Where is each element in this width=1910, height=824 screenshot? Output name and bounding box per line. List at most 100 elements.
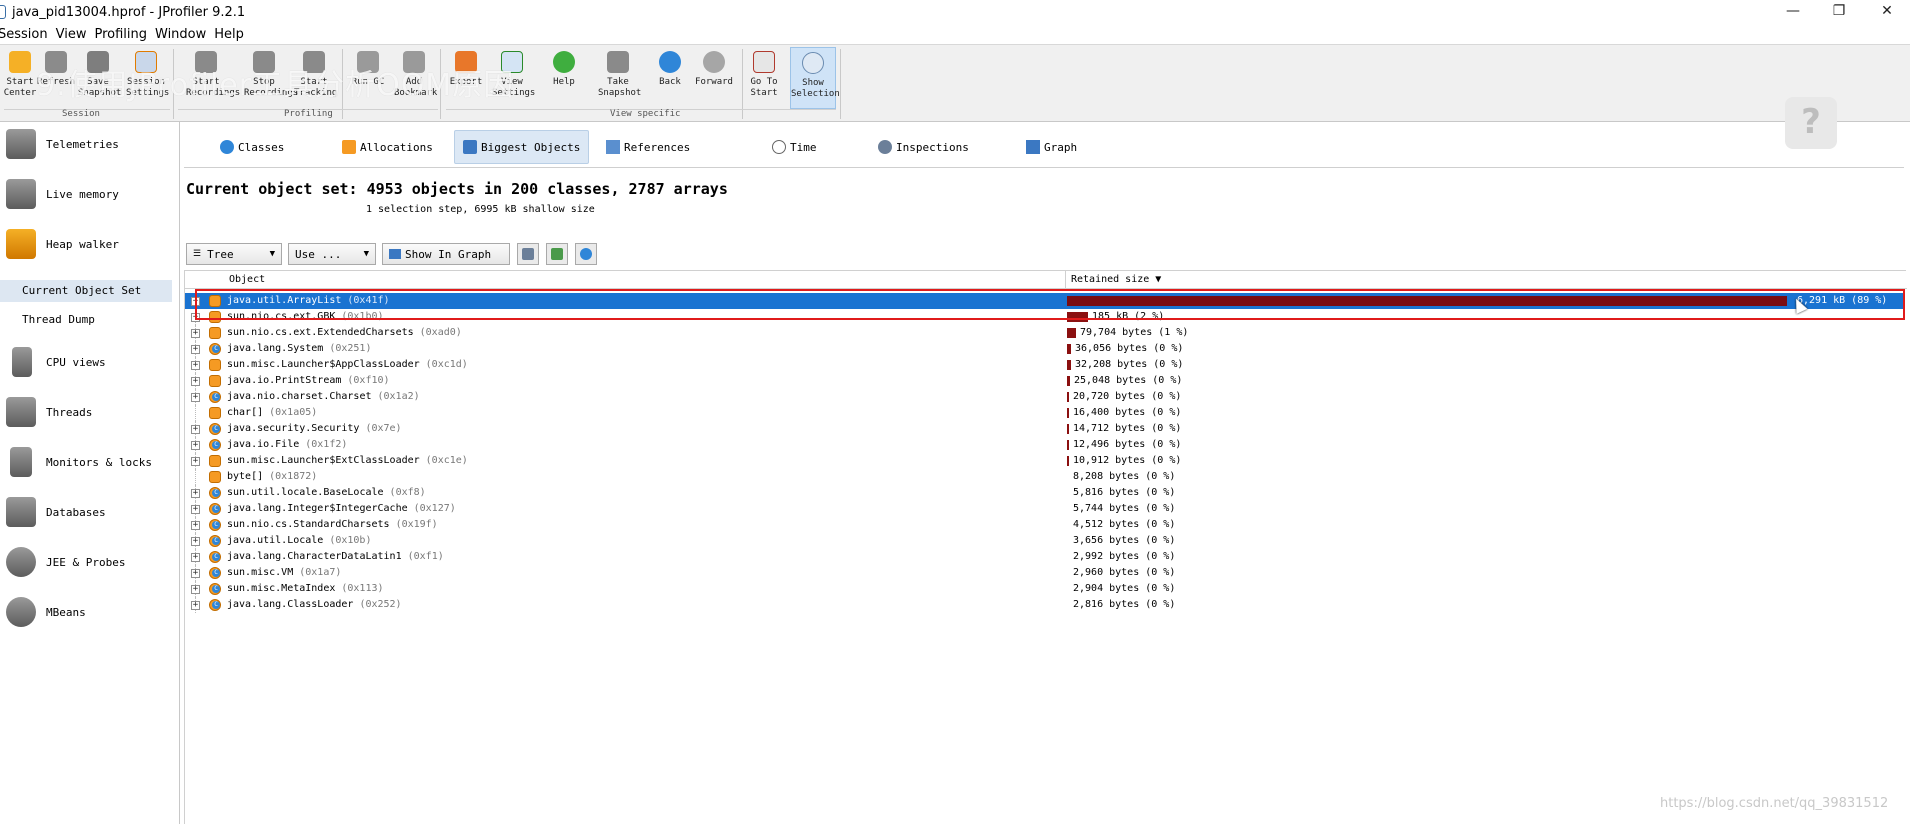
class-object-icon	[209, 439, 221, 451]
expand-toggle-icon[interactable]: +	[191, 585, 200, 594]
tab-graph[interactable]: Graph	[1018, 130, 1085, 164]
table-row[interactable]: + java.security.Security (0x7e) 14,712 byte…	[185, 421, 1905, 437]
tab-time[interactable]: Time	[764, 130, 825, 164]
expand-toggle-icon[interactable]: +	[191, 345, 200, 354]
expand-toggle-icon[interactable]: +	[191, 377, 200, 386]
sidebar-item-telemetries[interactable]: Telemetries	[0, 122, 178, 166]
menu-profiling[interactable]: Profiling	[94, 27, 147, 42]
export-view-button[interactable]	[546, 243, 568, 265]
expand-toggle-icon[interactable]: +	[191, 537, 200, 546]
start-recordings-button[interactable]: Start Recordings	[186, 47, 240, 109]
sidebar-item-databases[interactable]: Databases	[0, 490, 178, 534]
folder-icon	[9, 51, 31, 73]
tree-icon: ☰	[193, 249, 202, 259]
class-object-icon	[209, 487, 221, 499]
expand-toggle-icon[interactable]: +	[191, 505, 200, 514]
table-row[interactable]: + java.nio.charset.Charset (0x1a2) 20,720 b…	[185, 389, 1905, 405]
run-gc-button[interactable]: Run GC	[348, 47, 388, 109]
expand-toggle-icon[interactable]: +	[191, 489, 200, 498]
group-label-view-specific: View specific	[610, 109, 681, 119]
menu-session[interactable]: Session	[0, 27, 48, 42]
tab-allocations[interactable]: Allocations	[334, 130, 441, 164]
table-row[interactable]: + java.lang.Integer$IntegerCache (0x127) 5,…	[185, 501, 1905, 517]
object-name: java.util.Locale (0x10b)	[227, 533, 371, 549]
sidebar-item-cpu-views[interactable]: CPU views	[0, 340, 178, 384]
view-settings-button[interactable]: View Settings	[492, 47, 535, 109]
expand-toggle-icon[interactable]: +	[191, 457, 200, 466]
menu-window[interactable]: Window	[155, 27, 206, 42]
maximize-button[interactable]: ❐	[1816, 0, 1862, 24]
class-object-icon	[209, 551, 221, 563]
menu-view[interactable]: View	[56, 27, 87, 42]
sidebar-item-mbeans[interactable]: MBeans	[0, 590, 178, 634]
expand-toggle-icon[interactable]: +	[191, 441, 200, 450]
table-row[interactable]: + java.util.Locale (0x10b) 3,656 bytes (0 %…	[185, 533, 1905, 549]
sidebar-item-live-memory[interactable]: Live memory	[0, 172, 178, 216]
column-header-retained-size[interactable]: Retained size ▼	[1071, 274, 1161, 285]
view-mode-select[interactable]: ☰ Tree ▼	[186, 243, 282, 265]
tab-biggest-objects[interactable]: Biggest Objects	[454, 130, 590, 164]
sidebar-item-threads[interactable]: Threads	[0, 390, 178, 434]
retained-size-bar	[1067, 360, 1071, 370]
tracking-icon	[303, 51, 325, 73]
view-settings-gear-button[interactable]	[517, 243, 539, 265]
column-header-object[interactable]: Object	[229, 274, 265, 285]
object-name: sun.nio.cs.StandardCharsets (0x19f)	[227, 517, 438, 533]
table-row[interactable]: char[] (0x1a05) 16,400 bytes (0 %)	[185, 405, 1905, 421]
expand-toggle-icon[interactable]: +	[191, 361, 200, 370]
sidebar-item-thread-dump[interactable]: Thread Dump	[0, 309, 172, 331]
forward-button[interactable]: Forward	[694, 47, 734, 109]
sidebar-item-jee-probes[interactable]: JEE & Probes	[0, 540, 178, 584]
close-button[interactable]: ✕	[1864, 0, 1910, 24]
table-row[interactable]: + java.io.PrintStream (0xf10) 25,048 bytes …	[185, 373, 1905, 389]
expand-toggle-icon[interactable]: +	[191, 393, 200, 402]
export-button[interactable]: Export	[446, 47, 486, 109]
start-tracking-button[interactable]: Start Tracking	[294, 47, 337, 109]
table-row[interactable]: + sun.nio.cs.ext.ExtendedCharsets (0xad0) 7…	[185, 325, 1905, 341]
tab-references[interactable]: References	[598, 130, 698, 164]
table-row[interactable]: + java.lang.System (0x251) 36,056 bytes (0 …	[185, 341, 1905, 357]
start-center-button[interactable]: Start Center	[0, 47, 40, 109]
go-to-start-button[interactable]: Go To Start	[744, 47, 784, 109]
clock-icon	[802, 52, 824, 74]
sidebar-item-current-object-set[interactable]: Current Object Set	[0, 280, 172, 302]
show-in-graph-button[interactable]: Show In Graph	[382, 243, 510, 265]
table-row[interactable]: + sun.misc.VM (0x1a7) 2,960 bytes (0 %)	[185, 565, 1905, 581]
stop-recordings-button[interactable]: Stop Recordings	[244, 47, 298, 109]
tab-classes[interactable]: Classes	[212, 130, 292, 164]
column-divider[interactable]	[1065, 271, 1066, 289]
refresh-button[interactable]: Refresh	[36, 47, 76, 109]
sidebar-item-heap-walker[interactable]: Heap walker	[0, 222, 178, 266]
expand-toggle-icon[interactable]: +	[191, 425, 200, 434]
sidebar-item-monitors-locks[interactable]: Monitors & locks	[0, 440, 178, 484]
table-row[interactable]: + java.lang.ClassLoader (0x252) 2,816 bytes…	[185, 597, 1905, 613]
info-button[interactable]	[575, 243, 597, 265]
expand-toggle-icon[interactable]: +	[191, 521, 200, 530]
show-selection-button[interactable]: Show Selection	[790, 47, 840, 109]
expand-toggle-icon[interactable]: +	[191, 569, 200, 578]
database-icon	[6, 497, 36, 527]
table-row[interactable]: + sun.misc.Launcher$AppClassLoader (0xc1d)…	[185, 357, 1905, 373]
minimize-button[interactable]: —	[1770, 0, 1816, 24]
expand-toggle-icon[interactable]: +	[191, 601, 200, 610]
use-dropdown[interactable]: Use ... ▼	[288, 243, 376, 265]
table-row[interactable]: + sun.util.locale.BaseLocale (0xf8) 5,816 b…	[185, 485, 1905, 501]
table-row[interactable]: + java.io.File (0x1f2) 12,496 bytes (0 %)	[185, 437, 1905, 453]
table-row[interactable]: + java.lang.CharacterDataLatin1 (0xf1) 2,99…	[185, 549, 1905, 565]
expand-toggle-icon[interactable]: +	[191, 553, 200, 562]
session-settings-button[interactable]: Session Settings	[126, 47, 169, 109]
help-button[interactable]: Help	[544, 47, 584, 109]
table-row[interactable]: + sun.misc.MetaIndex (0x113) 2,904 bytes (0…	[185, 581, 1905, 597]
add-bookmark-button[interactable]: Add Bookmark	[394, 47, 437, 109]
menu-help[interactable]: Help	[214, 27, 244, 42]
save-snapshot-button[interactable]: Save Snapshot	[78, 47, 121, 109]
expand-toggle-icon[interactable]: +	[191, 329, 200, 338]
table-row[interactable]: byte[] (0x1872) 8,208 bytes (0 %)	[185, 469, 1905, 485]
table-row[interactable]: + sun.nio.cs.StandardCharsets (0x19f) 4,512…	[185, 517, 1905, 533]
table-row[interactable]: + sun.misc.Launcher$ExtClassLoader (0xc1e)…	[185, 453, 1905, 469]
object-id: (0x251)	[329, 343, 372, 354]
back-button[interactable]: Back	[650, 47, 690, 109]
tab-inspections[interactable]: Inspections	[870, 130, 977, 164]
take-snapshot-button[interactable]: Take Snapshot	[598, 47, 641, 109]
window-title: java_pid13004.hprof - JProfiler 9.2.1	[12, 4, 246, 20]
